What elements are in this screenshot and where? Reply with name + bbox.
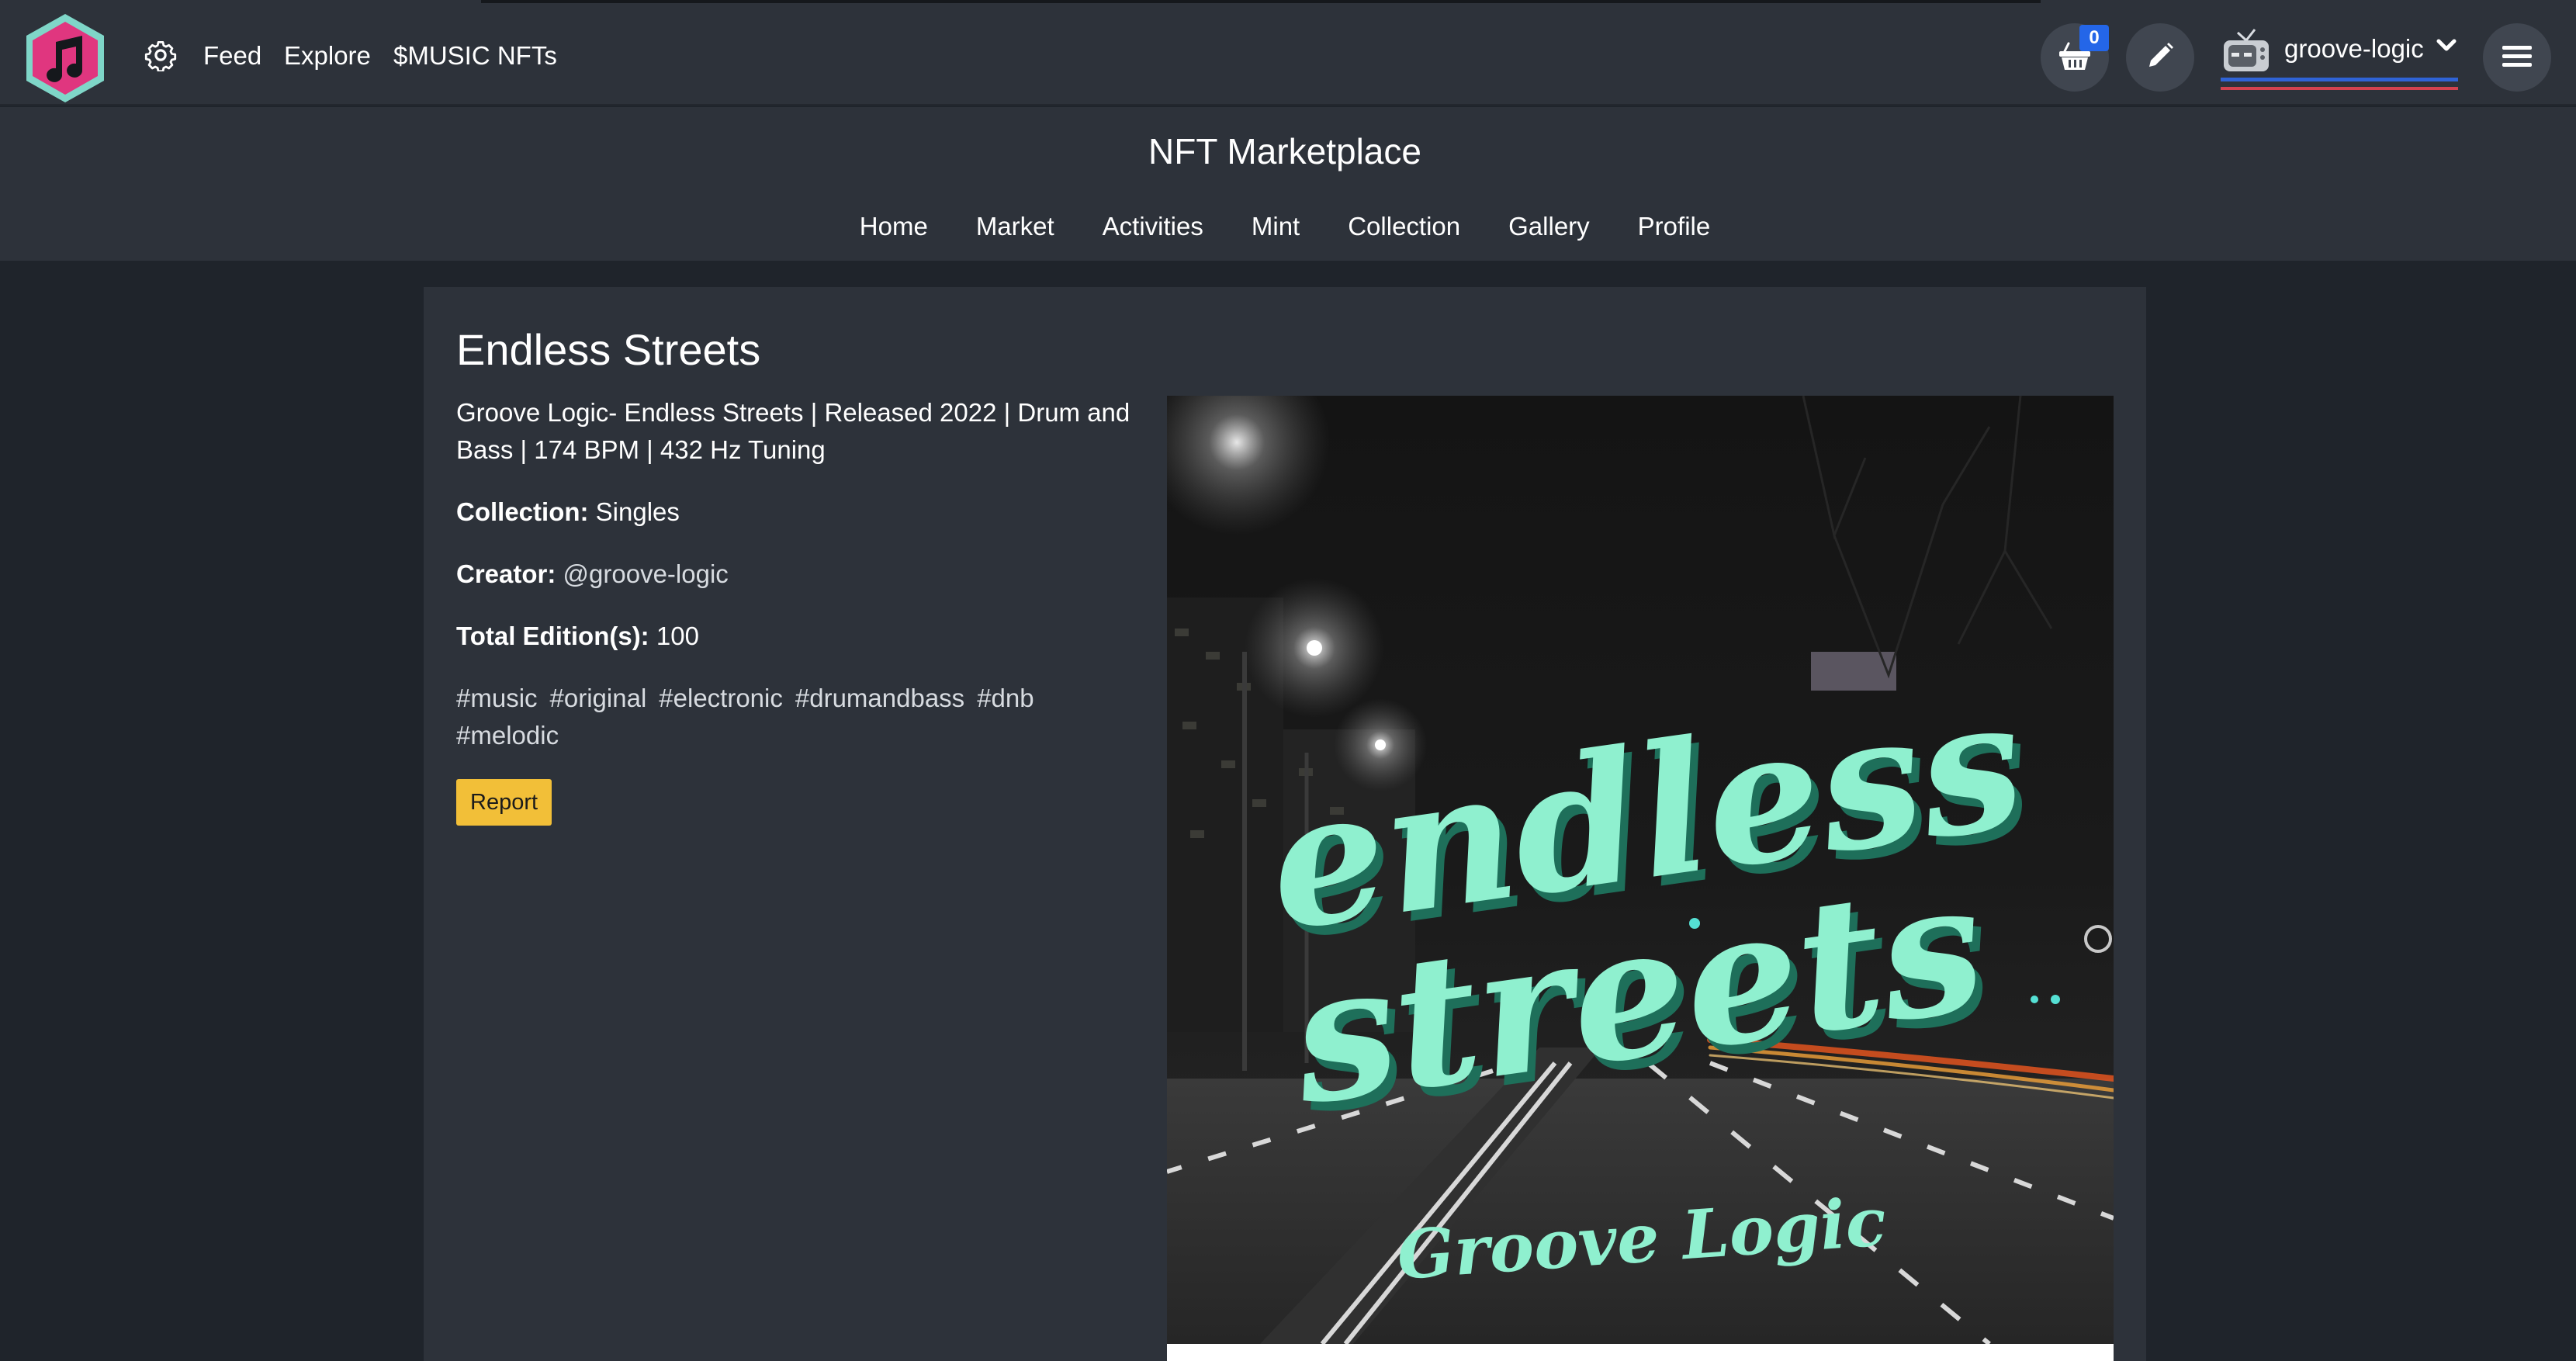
hamburger-menu-button[interactable] — [2483, 23, 2551, 92]
top-progress-bar — [481, 0, 2041, 3]
collection-value[interactable]: Singles — [596, 497, 680, 526]
nav-link-music-nfts[interactable]: $MUSIC NFTs — [393, 40, 557, 71]
tag-link[interactable]: #melodic — [456, 717, 559, 754]
nav-link-feed[interactable]: Feed — [203, 40, 261, 71]
nft-title: Endless Streets — [456, 325, 761, 374]
creator-label: Creator: — [456, 559, 556, 588]
gear-icon[interactable] — [144, 39, 177, 73]
nft-info: Groove Logic- Endless Streets | Released… — [456, 394, 1139, 826]
edit-button[interactable] — [2126, 23, 2194, 92]
tag-link[interactable]: #drumandbass — [795, 680, 964, 717]
market-nav-home[interactable]: Home — [836, 211, 952, 242]
collection-label: Collection: — [456, 497, 589, 526]
creator-row: Creator: @groove-logic — [456, 556, 1139, 593]
hamburger-icon — [2502, 43, 2532, 72]
creator-link[interactable]: @groove-logic — [563, 559, 729, 588]
editions-value: 100 — [656, 622, 699, 650]
tag-list: #music #original #electronic #drumandbas… — [456, 680, 1139, 754]
market-nav-profile[interactable]: Profile — [1614, 211, 1735, 242]
user-underline-red — [2221, 87, 2458, 90]
marketplace-header: NFT Marketplace Home Market Activities M… — [0, 107, 2576, 261]
cart-count-badge: 0 — [2079, 25, 2109, 51]
editions-row: Total Edition(s): 100 — [456, 618, 1139, 655]
market-nav-gallery[interactable]: Gallery — [1484, 211, 1614, 242]
tag-link[interactable]: #electronic — [659, 680, 783, 717]
report-button[interactable]: Report — [456, 779, 552, 826]
user-menu-dropdown[interactable]: groove-logic — [2221, 20, 2461, 95]
username-label: groove-logic — [2284, 34, 2424, 63]
logo-music-note-icon[interactable] — [22, 11, 109, 104]
marketplace-nav: Home Market Activities Mint Collection G… — [0, 211, 2570, 242]
top-navbar: Feed Explore $MUSIC NFTs 0 groove-logic — [0, 0, 2576, 106]
tv-avatar-icon — [2221, 25, 2272, 76]
pencil-icon — [2145, 40, 2176, 75]
nft-description: Groove Logic- Endless Streets | Released… — [456, 398, 1130, 464]
artwork-bottom-edge — [1167, 1344, 2114, 1361]
nft-artwork-image: endless endless streets streets Groove L… — [1167, 396, 2114, 1344]
user-underline-blue — [2221, 78, 2458, 81]
tag-link[interactable]: #original — [550, 680, 647, 717]
tag-link[interactable]: #music — [456, 680, 538, 717]
chevron-down-icon — [2435, 34, 2458, 57]
market-nav-market[interactable]: Market — [952, 211, 1079, 242]
market-nav-mint[interactable]: Mint — [1227, 211, 1324, 242]
tag-link[interactable]: #dnb — [977, 680, 1034, 717]
collection-row: Collection: Singles — [456, 493, 1139, 531]
nav-link-explore[interactable]: Explore — [284, 40, 371, 71]
marketplace-title: NFT Marketplace — [1148, 131, 1421, 171]
editions-label: Total Edition(s): — [456, 622, 649, 650]
market-nav-activities[interactable]: Activities — [1079, 211, 1227, 242]
market-nav-collection[interactable]: Collection — [1324, 211, 1484, 242]
